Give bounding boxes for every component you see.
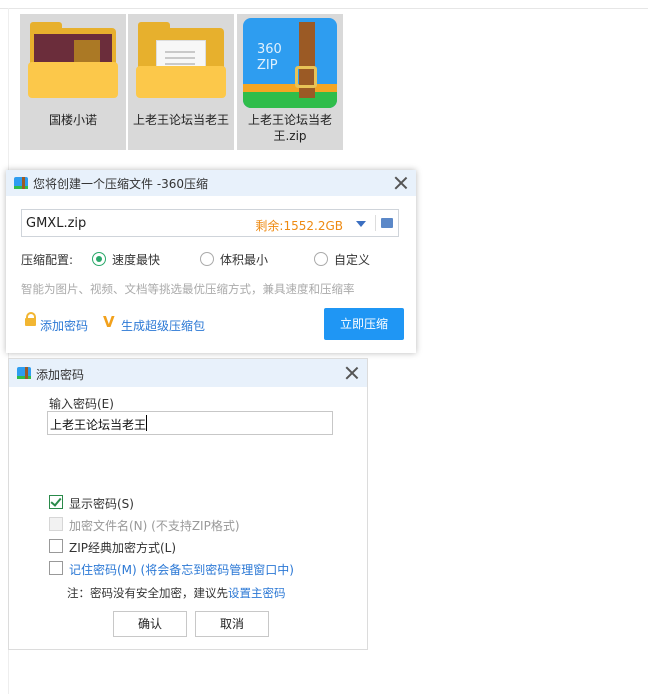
chevron-down-icon[interactable] xyxy=(356,221,366,227)
close-icon[interactable] xyxy=(394,176,408,190)
file-tile-folder-1[interactable]: 国楼小诺 xyxy=(20,14,126,150)
remaining-space: 剩余:1552.2GB xyxy=(255,219,343,233)
password-dialog-titlebar[interactable]: 添加密码 xyxy=(9,359,367,387)
security-note: 注：密码没有安全加密，建议先设置主密码 xyxy=(67,585,286,601)
file-tile-zip[interactable]: 360 ZIP 上老王论坛当老王.zip xyxy=(237,14,343,150)
zip-badge-text: 360 ZIP xyxy=(257,42,282,73)
compression-hint: 智能为图片、视频、文档等挑选最优压缩方式，兼具速度和压缩率 xyxy=(21,282,355,296)
show-password-label[interactable]: 显示密码(S) xyxy=(69,495,134,512)
zip-classic-encryption-checkbox[interactable] xyxy=(49,539,63,553)
radio-custom-label[interactable]: 自定义 xyxy=(334,251,370,268)
password-input-label: 输入密码(E) xyxy=(49,397,114,411)
password-dialog: 添加密码 输入密码(E) 上老王论坛当老王 显示密码(S) 加密文件名(N) (… xyxy=(8,358,368,650)
radio-custom[interactable] xyxy=(314,252,328,266)
v-icon: V xyxy=(103,313,115,331)
file-label: 上老王论坛当老王.zip xyxy=(247,113,332,143)
filename-field[interactable]: GMXL.zip 剩余:1552.2GB xyxy=(21,209,399,237)
compress-dialog-titlebar[interactable]: 您将创建一个压缩文件 -360压缩 xyxy=(6,170,416,196)
filename-value[interactable]: GMXL.zip xyxy=(26,216,86,231)
lock-icon[interactable] xyxy=(25,312,36,326)
ok-button[interactable]: 确认 xyxy=(113,611,187,637)
dialog-title: 您将创建一个压缩文件 -360压缩 xyxy=(33,177,209,191)
config-label: 压缩配置: xyxy=(21,253,74,267)
radio-smallest[interactable] xyxy=(200,252,214,266)
file-tile-folder-2[interactable]: 上老王论坛当老王 xyxy=(128,14,234,150)
compress-now-button[interactable]: 立即压缩 xyxy=(324,308,404,340)
radio-fastest[interactable] xyxy=(92,252,106,266)
password-input[interactable]: 上老王论坛当老王 xyxy=(47,411,333,435)
close-icon[interactable] xyxy=(345,366,359,380)
encrypt-filenames-label[interactable]: 加密文件名(N) (不支持ZIP格式) xyxy=(69,517,240,534)
folder-browse-icon[interactable] xyxy=(381,218,393,228)
file-label: 上老王论坛当老王 xyxy=(132,113,229,127)
add-password-link[interactable]: 添加密码 xyxy=(40,317,88,334)
file-label: 国楼小诺 xyxy=(48,113,97,127)
radio-fastest-label[interactable]: 速度最快 xyxy=(112,251,160,268)
password-value[interactable]: 上老王论坛当老王 xyxy=(50,416,146,433)
show-password-checkbox[interactable] xyxy=(49,495,63,509)
compress-dialog: 您将创建一个压缩文件 -360压缩 GMXL.zip 剩余:1552.2GB 压… xyxy=(6,170,416,353)
divider xyxy=(375,215,376,231)
360zip-archive-icon: 360 ZIP xyxy=(243,18,337,108)
radio-smallest-label[interactable]: 体积最小 xyxy=(220,251,268,268)
dialog-title: 添加密码 xyxy=(36,368,85,382)
360zip-app-icon xyxy=(17,367,31,379)
super-zip-link[interactable]: 生成超级压缩包 xyxy=(121,317,205,334)
top-divider xyxy=(0,8,648,9)
remember-password-label[interactable]: 记住密码(M) (将会备忘到密码管理窗口中) xyxy=(69,561,294,578)
encrypt-filenames-checkbox[interactable] xyxy=(49,517,63,531)
set-master-password-link[interactable]: 设置主密码 xyxy=(228,586,286,600)
360zip-app-icon xyxy=(14,177,28,189)
remember-password-checkbox[interactable] xyxy=(49,561,63,575)
zip-classic-encryption-label[interactable]: ZIP经典加密方式(L) xyxy=(69,539,176,556)
cancel-button[interactable]: 取消 xyxy=(195,611,269,637)
security-note-text: 注：密码没有安全加密，建议先 xyxy=(67,586,228,600)
text-caret xyxy=(146,415,147,431)
